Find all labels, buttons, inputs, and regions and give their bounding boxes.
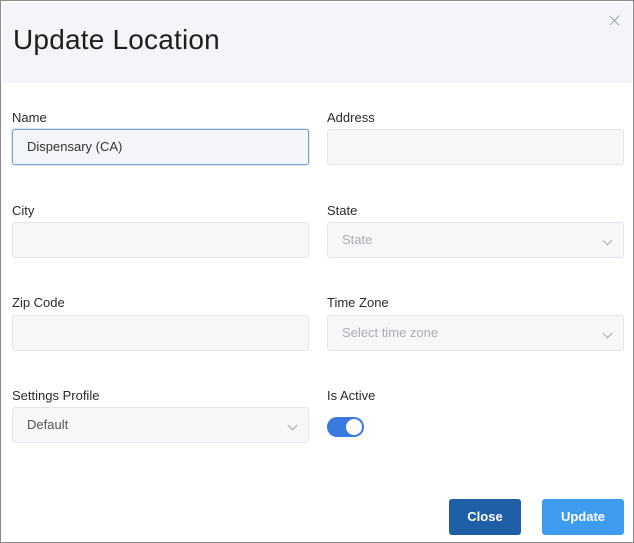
time-zone-select-placeholder: Select time zone [342,325,439,340]
state-label: State [327,203,358,218]
state-select-placeholder: State [342,232,373,247]
chevron-down-icon [287,420,298,431]
chevron-down-icon [602,235,613,246]
zip-code-input[interactable] [12,315,309,351]
address-label: Address [327,110,375,125]
close-button[interactable]: Close [449,499,521,535]
time-zone-select[interactable]: Select time zone [327,315,624,351]
name-input[interactable]: Dispensary (CA) [12,129,309,165]
time-zone-label: Time Zone [327,295,389,310]
update-button[interactable]: Update [542,499,624,535]
settings-profile-select-value: Default [27,417,69,432]
zip-code-label: Zip Code [12,295,65,310]
address-input[interactable] [327,129,624,165]
city-label: City [12,203,35,218]
dialog-title: Update Location [13,24,220,55]
dialog-header: Update Location [2,2,632,83]
close-icon[interactable] [608,14,622,28]
toggle-knob [346,419,362,435]
city-input[interactable] [12,222,309,258]
state-select[interactable]: State [327,222,624,258]
name-label: Name [12,110,47,125]
update-location-dialog: Update Location Name Dispensary (CA) Add… [0,0,634,543]
settings-profile-select[interactable]: Default [12,407,309,443]
is-active-label: Is Active [327,388,376,403]
chevron-down-icon [602,328,613,339]
is-active-toggle[interactable] [327,417,364,437]
name-input-value: Dispensary (CA) [27,139,123,154]
settings-profile-label: Settings Profile [12,388,100,403]
